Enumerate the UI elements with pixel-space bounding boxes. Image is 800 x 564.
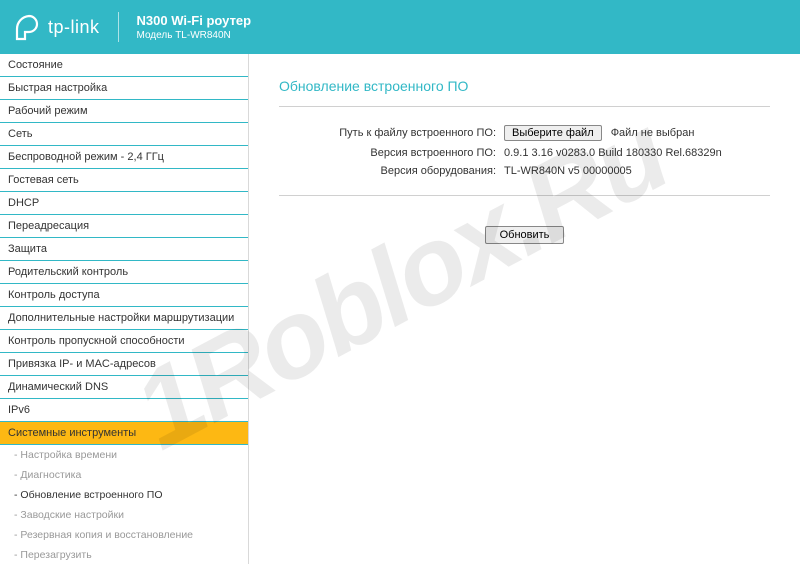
sub-firmware[interactable]: - Обновление встроенного ПО xyxy=(0,485,248,505)
page-title: Обновление встроенного ПО xyxy=(279,78,770,94)
tplink-logo-icon xyxy=(14,13,42,41)
hw-label: Версия оборудования: xyxy=(279,165,504,177)
nav-bandwidth[interactable]: Контроль пропускной способности xyxy=(0,330,248,353)
nav-ddns[interactable]: Динамический DNS xyxy=(0,376,248,399)
row-fw: Версия встроенного ПО: 0.9.1 3.16 v0283.… xyxy=(279,147,770,159)
product-info: N300 Wi-Fi роутер Модель TL-WR840N xyxy=(137,13,252,41)
hr-mid xyxy=(279,195,770,196)
nav-access[interactable]: Контроль доступа xyxy=(0,284,248,307)
choose-file-button[interactable]: Выберите файл xyxy=(504,125,602,141)
sub-factory[interactable]: - Заводские настройки xyxy=(0,505,248,525)
brand-logo: tp-link xyxy=(14,13,100,41)
hr-top xyxy=(279,106,770,107)
brand-text: tp-link xyxy=(48,17,100,38)
row-hw: Версия оборудования: TL-WR840N v5 000000… xyxy=(279,165,770,177)
sidebar: Состояние Быстрая настройка Рабочий режи… xyxy=(0,54,249,564)
nav-status[interactable]: Состояние xyxy=(0,54,248,77)
nav-parental[interactable]: Родительский контроль xyxy=(0,261,248,284)
fw-label: Версия встроенного ПО: xyxy=(279,147,504,159)
sub-diagnostics[interactable]: - Диагностика xyxy=(0,465,248,485)
file-label: Путь к файлу встроенного ПО: xyxy=(279,127,504,139)
product-model: Модель TL-WR840N xyxy=(137,30,252,41)
nav-network[interactable]: Сеть xyxy=(0,123,248,146)
sub-time[interactable]: - Настройка времени xyxy=(0,445,248,465)
nav-guest[interactable]: Гостевая сеть xyxy=(0,169,248,192)
nav-quick-setup[interactable]: Быстрая настройка xyxy=(0,77,248,100)
button-row: Обновить xyxy=(279,226,770,244)
product-title: N300 Wi-Fi роутер xyxy=(137,13,252,28)
nav-forwarding[interactable]: Переадресация xyxy=(0,215,248,238)
file-status: Файл не выбран xyxy=(611,127,695,139)
fw-value: 0.9.1 3.16 v0283.0 Build 180330 Rel.6832… xyxy=(504,147,722,159)
nav-ipmac[interactable]: Привязка IP- и MAC-адресов xyxy=(0,353,248,376)
content: Обновление встроенного ПО Путь к файлу в… xyxy=(249,54,800,564)
nav-ipv6[interactable]: IPv6 xyxy=(0,399,248,422)
row-file: Путь к файлу встроенного ПО: Выберите фа… xyxy=(279,125,770,141)
nav-dhcp[interactable]: DHCP xyxy=(0,192,248,215)
hw-value: TL-WR840N v5 00000005 xyxy=(504,165,632,177)
nav-system-tools[interactable]: Системные инструменты xyxy=(0,422,248,445)
header-divider xyxy=(118,12,119,42)
header: tp-link N300 Wi-Fi роутер Модель TL-WR84… xyxy=(0,0,800,54)
sub-reboot[interactable]: - Перезагрузить xyxy=(0,545,248,564)
nav-mode[interactable]: Рабочий режим xyxy=(0,100,248,123)
update-button[interactable]: Обновить xyxy=(485,226,565,244)
nav-wireless[interactable]: Беспроводной режим - 2,4 ГГц xyxy=(0,146,248,169)
nav-security[interactable]: Защита xyxy=(0,238,248,261)
nav-routing[interactable]: Дополнительные настройки маршрутизации xyxy=(0,307,248,330)
sub-backup[interactable]: - Резервная копия и восстановление xyxy=(0,525,248,545)
